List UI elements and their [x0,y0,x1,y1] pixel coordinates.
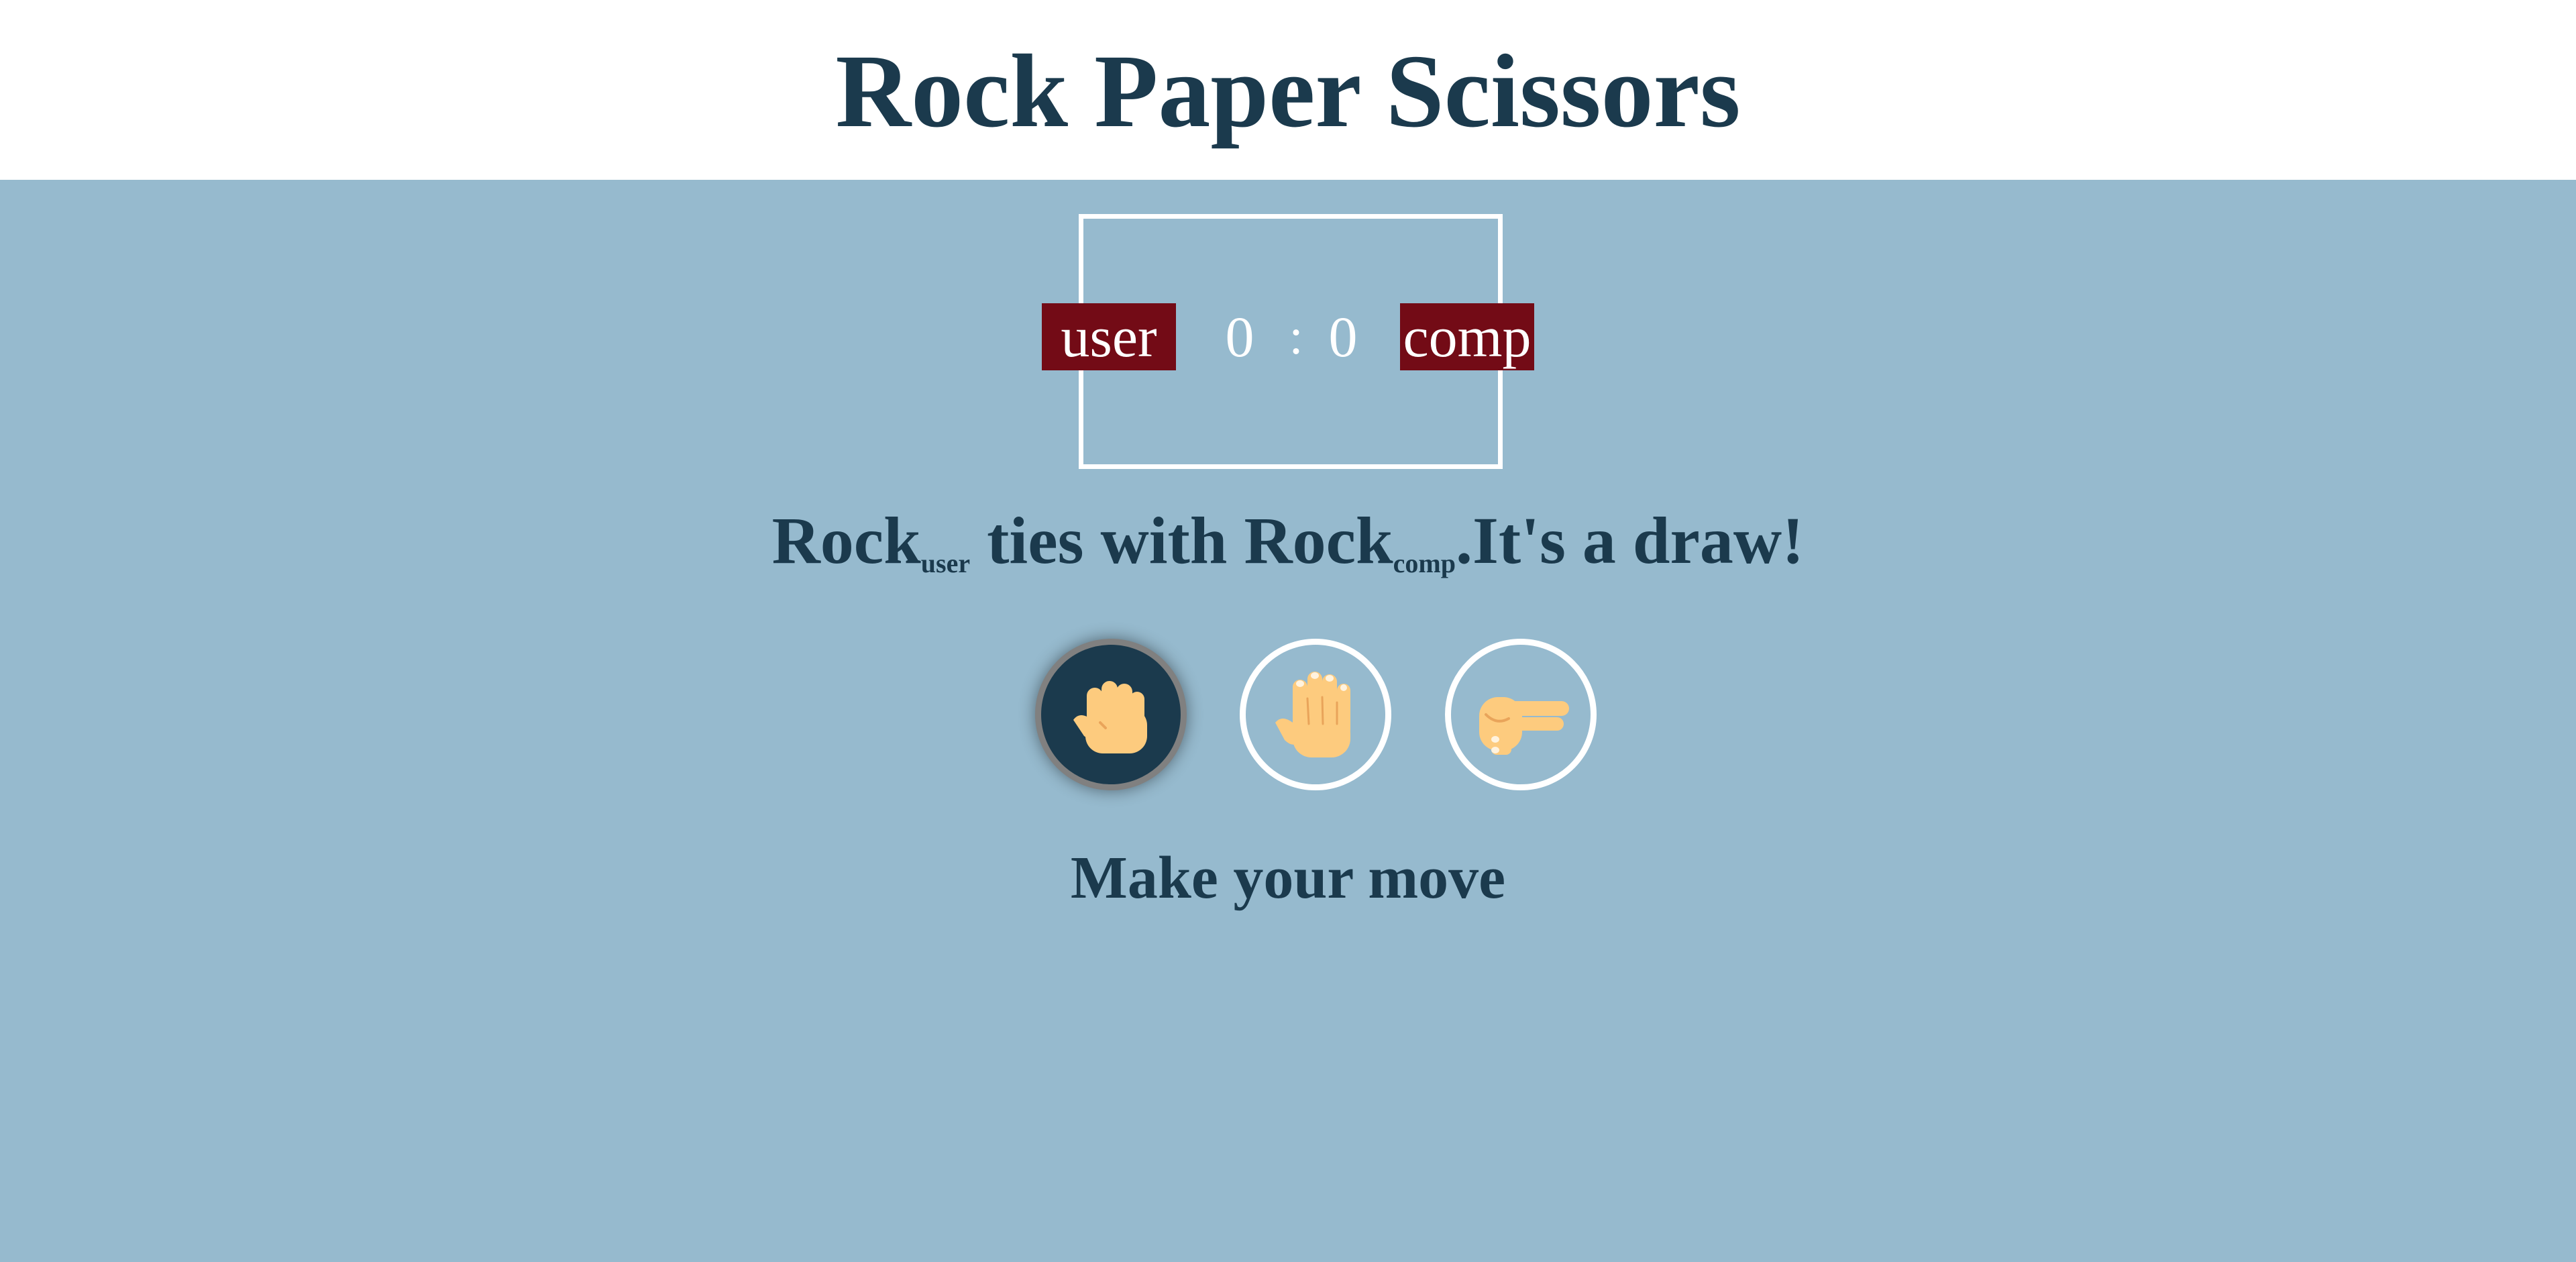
paper-button[interactable] [1240,639,1391,790]
header-bar: Rock Paper Scissors [0,0,2576,180]
result-outcome: .It's a draw! [1455,503,1805,578]
result-message: Rockuser ties with Rockcomp.It's a draw! [0,501,2576,581]
result-middle: ties with [970,503,1244,578]
fist-icon [1073,681,1147,753]
comp-badge: comp [1400,303,1534,370]
scissors-button[interactable] [1445,639,1597,790]
page-title: Rock Paper Scissors [835,33,1741,149]
open-hand-icon [1275,672,1350,757]
result-user-move: Rock [771,503,921,578]
result-user-tag: user [920,548,971,578]
user-score: 0 [1225,305,1254,369]
rock-button[interactable] [1035,639,1187,790]
score-separator: : [1289,309,1303,365]
user-badge: user [1042,303,1176,370]
comp-score: 0 [1328,305,1358,369]
v-sign-hand-icon [1479,697,1569,755]
result-comp-tag: comp [1393,548,1456,578]
result-comp-move: Rock [1244,503,1393,578]
move-prompt: Make your move [1070,845,1506,911]
